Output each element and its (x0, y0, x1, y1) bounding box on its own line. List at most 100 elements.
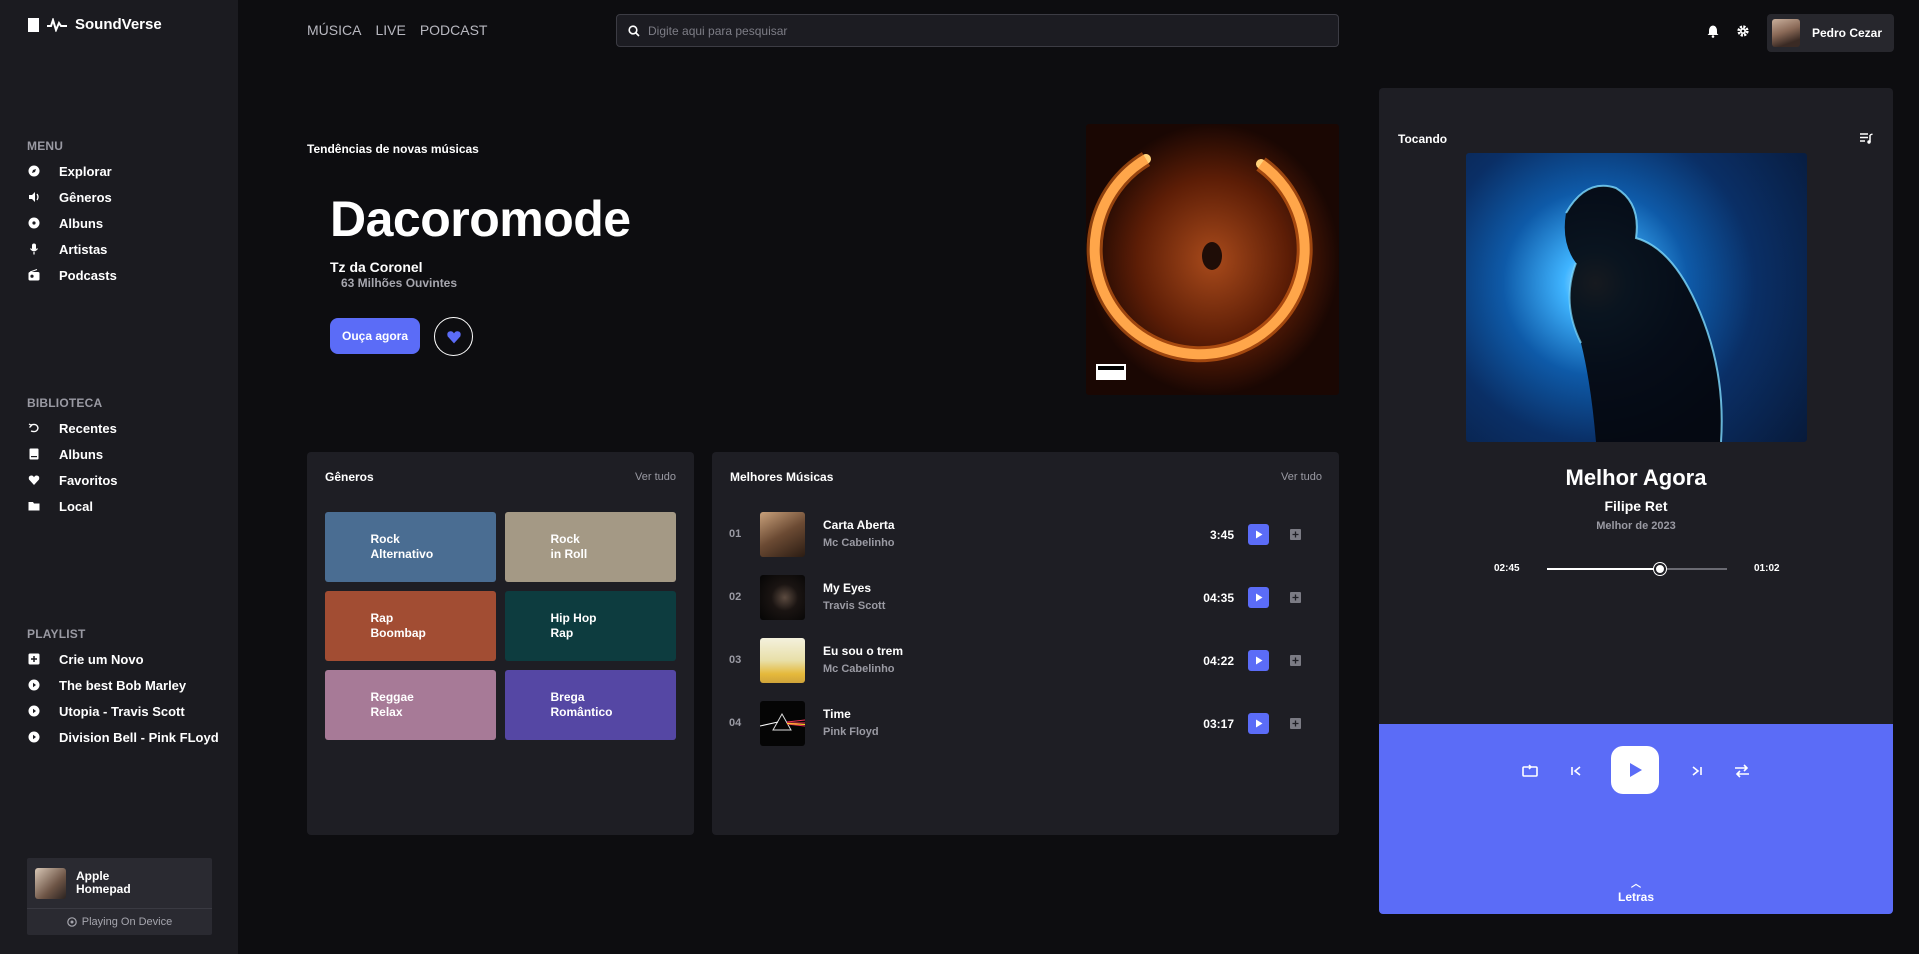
progress-fill (1547, 568, 1661, 570)
history-icon (27, 422, 40, 435)
table-row[interactable]: 01 Carta Aberta Mc Cabelinho 3:45 (712, 510, 1320, 558)
library-nav: Recentes Albuns Favoritos Local (27, 415, 118, 519)
genre-reggae-relax[interactable]: Reggae Relax (325, 670, 496, 740)
sidebar-item-playlist-division-bell[interactable]: Division Bell - Pink FLoyd (27, 724, 219, 750)
sidebar-item-artistas[interactable]: Artistas (27, 236, 117, 262)
track-add-button[interactable] (1290, 655, 1301, 666)
track-play-button[interactable] (1248, 713, 1269, 734)
repeat-button[interactable] (1522, 763, 1538, 779)
playlist-section-title: PLAYLIST (27, 627, 86, 641)
gear-icon[interactable] (1736, 24, 1750, 38)
queue-icon[interactable] (1860, 133, 1873, 144)
track-play-button[interactable] (1248, 587, 1269, 608)
genres-see-all-link[interactable]: Ver tudo (635, 471, 676, 483)
shuffle-icon (1735, 764, 1749, 778)
sidebar: SoundVerse MENU Explorar Gêneros Albuns … (0, 0, 238, 954)
sidebar-item-label: Albuns (59, 446, 104, 462)
table-row[interactable]: 02 My Eyes Travis Scott 04:35 (712, 573, 1320, 621)
table-row[interactable]: 03 Eu sou o trem Mc Cabelinho 04:22 (712, 636, 1320, 684)
current-time: 02:45 (1494, 563, 1520, 574)
genre-label: Brega Romântico (550, 690, 613, 719)
user-profile[interactable]: Pedro Cezar (1767, 14, 1894, 52)
track-number: 03 (729, 654, 742, 666)
sidebar-item-local[interactable]: Local (27, 493, 118, 519)
genre-label: Hip Hop Rap (550, 611, 597, 640)
table-row[interactable]: 04 Time Pink Floyd 03:17 (712, 699, 1320, 747)
sidebar-item-create-playlist[interactable]: Crie um Novo (27, 646, 219, 672)
logo[interactable]: SoundVerse (28, 16, 162, 33)
track-add-button[interactable] (1290, 592, 1301, 603)
sidebar-item-playlist-utopia[interactable]: Utopia - Travis Scott (27, 698, 219, 724)
hero-album-cover[interactable] (1086, 124, 1339, 395)
sidebar-item-playlist-bob-marley[interactable]: The best Bob Marley (27, 672, 219, 698)
tab-podcast[interactable]: PODCAST (420, 22, 488, 38)
track-add-button[interactable] (1290, 718, 1301, 729)
skip-forward-icon (1692, 766, 1702, 776)
track-artist: Travis Scott (823, 600, 886, 612)
track-play-button[interactable] (1248, 524, 1269, 545)
search-input[interactable] (648, 23, 1308, 38)
sidebar-item-label: Utopia - Travis Scott (59, 703, 185, 719)
shuffle-button[interactable] (1734, 763, 1750, 779)
playlist-nav: Crie um Novo The best Bob Marley Utopia … (27, 646, 219, 750)
genre-brega-romantico[interactable]: Brega Romântico (505, 670, 676, 740)
genre-hip-hop-rap[interactable]: Hip Hop Rap (505, 591, 676, 661)
listen-now-button[interactable]: Ouça agora (330, 318, 420, 354)
favorite-button[interactable] (434, 317, 473, 356)
track-name: Eu sou o trem (823, 644, 904, 658)
hero-label: Tendências de novas músicas (307, 142, 479, 156)
player-controls: ︿ Letras (1379, 724, 1893, 914)
sidebar-item-explorar[interactable]: Explorar (27, 158, 117, 184)
skip-back-icon (1571, 766, 1581, 776)
plus-icon (1292, 657, 1299, 664)
now-playing-album-art[interactable] (1466, 153, 1807, 442)
lyrics-button[interactable]: ︿ Letras (1379, 879, 1893, 905)
track-artist: Pink Floyd (823, 726, 879, 738)
sidebar-item-generos[interactable]: Gêneros (27, 184, 117, 210)
play-pause-button[interactable] (1611, 746, 1659, 794)
sidebar-item-label: The best Bob Marley (59, 677, 187, 693)
genre-rock-alternativo[interactable]: Rock Alternativo (325, 512, 496, 582)
previous-button[interactable] (1568, 763, 1584, 779)
album-art-image (1564, 184, 1723, 442)
play-icon (1255, 530, 1262, 539)
sidebar-item-library-albuns[interactable]: Albuns (27, 441, 118, 467)
track-thumbnail (760, 701, 805, 746)
lyrics-label: Letras (1617, 890, 1655, 904)
genre-rock-in-roll[interactable]: Rock in Roll (505, 512, 676, 582)
microphone-icon (27, 243, 40, 256)
now-playing-album[interactable]: Melhor de 2023 (1379, 520, 1893, 532)
progress-handle[interactable] (1654, 563, 1667, 575)
sidebar-item-recentes[interactable]: Recentes (27, 415, 118, 441)
heart-icon (27, 474, 40, 487)
track-number: 04 (729, 717, 742, 729)
hero-artist[interactable]: Tz da Coronel (330, 259, 423, 275)
device-card[interactable]: Apple Homepad Playing On Device (27, 858, 212, 935)
track-add-button[interactable] (1290, 529, 1301, 540)
tab-musica[interactable]: MÚSICA (307, 22, 361, 38)
sidebar-item-albuns[interactable]: Albuns (27, 210, 117, 236)
top-tracks-see-all-link[interactable]: Ver tudo (1281, 471, 1322, 483)
track-play-button[interactable] (1248, 650, 1269, 671)
sidebar-item-label: Favoritos (59, 472, 118, 488)
hero-title: Dacoromode (330, 191, 631, 247)
avatar (1772, 19, 1800, 47)
track-name: Time (823, 707, 851, 721)
track-duration: 03:17 (1203, 717, 1234, 731)
heart-icon (446, 330, 461, 343)
sidebar-item-label: Albuns (59, 215, 104, 231)
genre-rap-boombap[interactable]: Rap Boombap (325, 591, 496, 661)
sidebar-item-podcasts[interactable]: Podcasts (27, 262, 117, 288)
genre-label: Rap Boombap (370, 611, 426, 640)
next-button[interactable] (1689, 763, 1705, 779)
waveform-icon (47, 17, 67, 32)
now-playing-artist[interactable]: Filipe Ret (1379, 498, 1893, 514)
sidebar-item-label: Local (59, 498, 93, 514)
play-icon (1255, 719, 1262, 728)
tab-live[interactable]: LIVE (375, 22, 405, 38)
sidebar-item-label: Artistas (59, 241, 108, 257)
sidebar-item-favoritos[interactable]: Favoritos (27, 467, 118, 493)
bell-icon[interactable] (1706, 24, 1720, 38)
progress-slider[interactable] (1547, 563, 1727, 575)
chevron-up-icon: ︿ (1631, 879, 1641, 890)
